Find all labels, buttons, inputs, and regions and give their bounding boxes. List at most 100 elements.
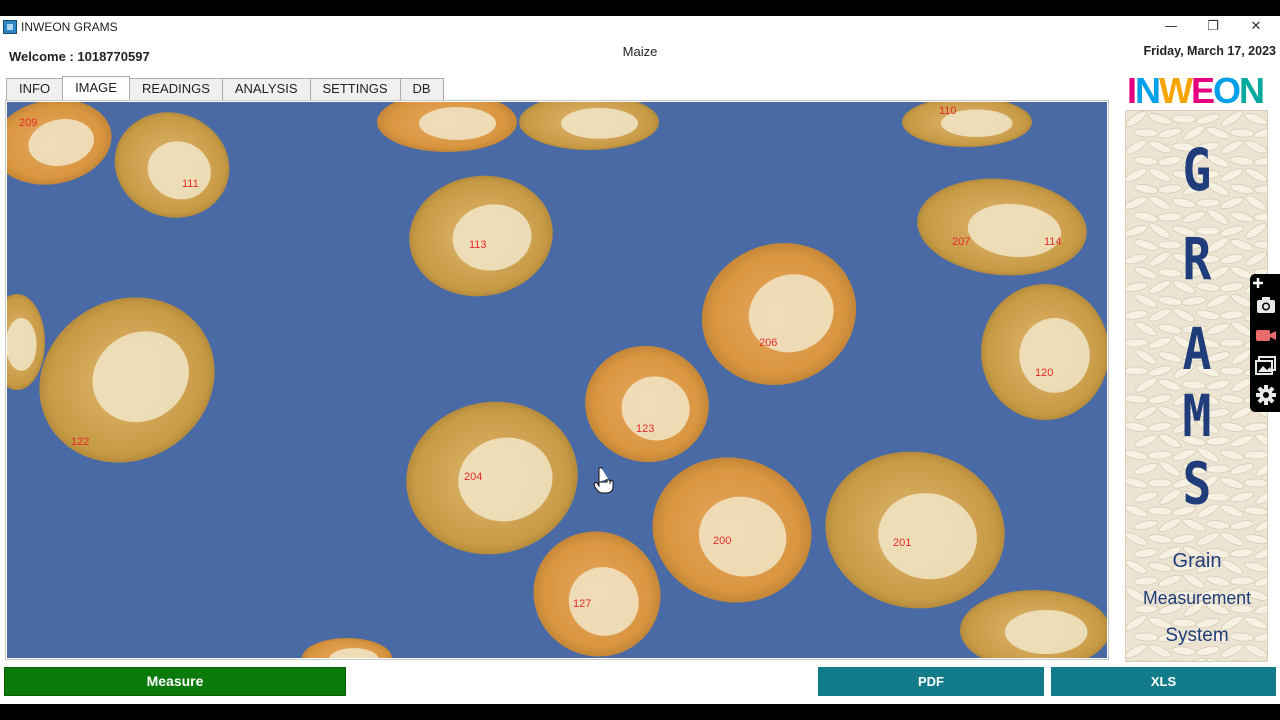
rice-grain (1133, 576, 1159, 586)
rice-grain (1219, 394, 1245, 404)
xls-button[interactable]: XLS (1051, 667, 1276, 696)
rice-grain (1148, 280, 1172, 294)
rice-grain (1182, 211, 1206, 223)
rice-grain (1196, 113, 1220, 125)
rice-grain (1147, 478, 1173, 488)
rice-grain (1230, 434, 1254, 448)
rice-grain (1126, 196, 1148, 210)
rice-grain (1243, 450, 1267, 460)
rice-grain (1196, 532, 1220, 546)
rice-grain (1243, 422, 1267, 432)
tab-settings[interactable]: SETTINGS (309, 78, 401, 100)
tab-bar: INFO IMAGE READINGS ANALYSIS SETTINGS DB (6, 76, 444, 100)
rice-grain (1254, 603, 1267, 615)
rice-grain (1244, 644, 1267, 658)
grain-image[interactable]: 209 111 110 113 207 114 206 120 122 123 204 200 201 1… (7, 102, 1107, 658)
rice-grain (1254, 518, 1267, 532)
rice-grain (1133, 156, 1159, 166)
banner-letter-a: A (1183, 316, 1212, 383)
rice-grain (1126, 225, 1148, 237)
rice-grain (1126, 449, 1149, 461)
rice-grain (1253, 240, 1267, 250)
rice-grain (1253, 660, 1267, 661)
kernel-germ (1019, 318, 1090, 393)
tab-db[interactable]: DB (399, 78, 444, 100)
gear-icon[interactable] (1255, 384, 1277, 406)
rice-grain (1243, 534, 1267, 544)
rice-grain (1230, 211, 1254, 223)
rice-grain (1134, 491, 1158, 503)
grams-banner-art: G R A M S Grain Measurement System (1126, 111, 1267, 661)
rice-grain (1253, 212, 1267, 222)
close-button[interactable]: ✕ (1236, 17, 1276, 37)
gallery-icon[interactable] (1255, 354, 1277, 376)
tab-analysis[interactable]: ANALYSIS (221, 78, 311, 100)
rice-grain (1126, 559, 1147, 575)
rice-grain (1148, 113, 1172, 125)
rice-grain (1126, 310, 1149, 320)
tab-image[interactable]: IMAGE (62, 76, 130, 100)
rice-grain (1159, 433, 1181, 449)
rice-grain (1207, 209, 1229, 225)
plus-icon[interactable] (1252, 276, 1264, 288)
rice-grain (1229, 184, 1255, 194)
banner-letter-m: M (1183, 383, 1212, 450)
rice-grain (1243, 478, 1267, 488)
camera-icon[interactable] (1255, 294, 1277, 316)
rice-grain (1229, 660, 1255, 661)
rice-grain (1157, 156, 1183, 166)
date-text: Friday, March 17, 2023 (1143, 44, 1276, 58)
rice-grain (1126, 422, 1149, 432)
logo-letter: E (1191, 70, 1214, 110)
rice-grain (1254, 546, 1267, 560)
rice-grain (1229, 520, 1255, 530)
restore-button[interactable]: ❐ (1193, 17, 1233, 37)
rice-grain (1133, 520, 1159, 530)
rice-grain (1157, 660, 1183, 661)
rice-grain (1157, 240, 1183, 250)
tab-info[interactable]: INFO (6, 78, 64, 100)
logo-letter: I (1127, 70, 1135, 110)
grain-label: 120 (1035, 367, 1053, 379)
grain-label: 201 (893, 537, 911, 549)
rice-grain (1255, 461, 1267, 477)
rice-grain (1230, 463, 1254, 475)
rice-grain (1126, 111, 1147, 127)
measure-button[interactable]: Measure (4, 667, 346, 696)
rice-grain (1147, 534, 1173, 544)
rice-grain (1230, 491, 1254, 503)
rice-grain (1171, 534, 1197, 544)
video-icon[interactable] (1255, 324, 1277, 346)
rice-grain (1148, 308, 1172, 322)
kernel-germ (419, 107, 496, 140)
grain-label: 200 (713, 535, 731, 547)
rice-grain (1134, 406, 1158, 420)
app-window: INWEON GRAMS — ❐ ✕ Welcome : 1018770597 … (0, 16, 1280, 704)
rice-grain (1134, 211, 1158, 223)
grams-banner: G R A M S Grain Measurement System (1125, 110, 1268, 662)
rice-grain (1220, 504, 1244, 518)
rice-grain (1158, 351, 1182, 363)
rice-grain (1244, 168, 1267, 182)
grain-label: 113 (469, 239, 487, 251)
rice-grain (1149, 251, 1171, 267)
tab-readings[interactable]: READINGS (128, 78, 223, 100)
grain-label: 204 (464, 471, 482, 483)
grain-label: 110 (939, 105, 957, 117)
rice-grain (1148, 140, 1172, 154)
pdf-button[interactable]: PDF (818, 667, 1044, 696)
banner-letter-s: S (1183, 450, 1212, 517)
minimize-button[interactable]: — (1151, 17, 1191, 37)
rice-grain (1220, 168, 1244, 182)
kernel-germ (7, 318, 37, 371)
grain-image-panel[interactable]: 209 111 110 113 207 114 206 120 122 123 204 200 201 1… (5, 100, 1109, 660)
rice-grain (1195, 646, 1221, 656)
rice-grain (1157, 212, 1183, 222)
rice-grain (1243, 506, 1267, 516)
rice-grain (1220, 477, 1244, 489)
kernel-germ (561, 108, 638, 139)
grain-label: 127 (573, 598, 591, 610)
rice-grain (1245, 223, 1267, 239)
rice-grain (1219, 366, 1245, 376)
banner-line-grain: Grain (1173, 550, 1222, 572)
